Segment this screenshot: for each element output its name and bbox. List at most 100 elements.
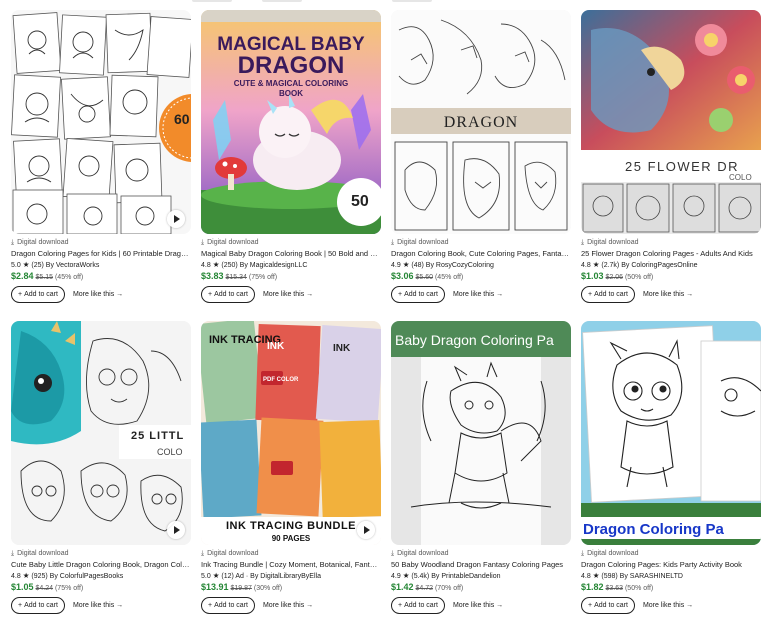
play-video-icon[interactable] xyxy=(167,210,185,228)
product-image[interactable]: Dragon Coloring Pa xyxy=(581,321,761,545)
star-icon: ★ xyxy=(212,260,220,269)
price-row: $13.91 $19.87 (30% off) xyxy=(201,581,381,594)
ink-tracing-bundle-cover: INK TRACING INK INK PDF COLOR INK TRACIN… xyxy=(201,321,381,545)
kids-dragon-coloring-cover: Dragon Coloring Pa xyxy=(581,321,761,545)
play-video-icon[interactable] xyxy=(357,521,375,539)
add-to-cart-button[interactable]: + Add to cart xyxy=(11,286,65,303)
cart-plus-icon: + xyxy=(588,602,593,609)
product-image[interactable]: 25 LITTL COLO xyxy=(11,321,191,545)
more-like-this-link[interactable]: More like this → xyxy=(263,602,313,609)
product-rating: 4.8 ★ (598) By SARASHINELTD xyxy=(581,571,683,580)
cover-subtitle-1: CUTE & MAGICAL COLORING xyxy=(234,79,349,88)
product-title[interactable]: Magical Baby Dragon Coloring Book | 50 B… xyxy=(201,248,381,259)
sale-price: $3.83 xyxy=(201,271,224,281)
digital-download-badge: ⤓ Digital download xyxy=(11,550,69,557)
sale-price: $13.91 xyxy=(201,582,229,592)
sale-price: $1.03 xyxy=(581,271,604,281)
add-to-cart-button[interactable]: + Add to cart xyxy=(201,597,255,614)
cart-plus-icon: + xyxy=(208,291,213,298)
original-price: $4.72 xyxy=(415,585,434,592)
product-image[interactable]: 25 FLOWER DR COLO xyxy=(581,10,761,234)
product-title[interactable]: 50 Baby Woodland Dragon Fantasy Coloring… xyxy=(391,559,571,570)
product-card[interactable]: Baby Dragon Coloring Pa ⤓ Digital downloa… xyxy=(391,321,571,614)
arrow-right-icon: → xyxy=(496,291,504,298)
more-like-this-link[interactable]: More like this → xyxy=(453,291,503,298)
product-card[interactable]: 60 PAGES ⤓Digital download Dragon Colori… xyxy=(11,10,191,303)
cute-baby-dragon-cover: 25 LITTL COLO xyxy=(11,321,191,545)
discount-label: (75% off) xyxy=(248,274,278,281)
more-like-this-link[interactable]: More like this → xyxy=(263,291,313,298)
previous-row-sliver xyxy=(392,0,432,2)
cover-text-2: COLO xyxy=(729,173,752,182)
price-row: $1.82 $3.63 (50% off) xyxy=(581,581,761,594)
product-title[interactable]: 25 Flower Dragon Coloring Pages - Adults… xyxy=(581,248,761,259)
price-row: $1.03 $2.06 (50% off) xyxy=(581,270,761,283)
product-card[interactable]: Dragon Coloring Pa ⤓ Digital download Dra… xyxy=(581,321,761,614)
cover-text: 60 PAGES xyxy=(174,111,191,127)
add-to-cart-button[interactable]: + Add to cart xyxy=(201,286,255,303)
download-icon: ⤓ xyxy=(201,239,205,246)
cover-title-2: DRAGON xyxy=(238,52,345,79)
cover-badge: 50 xyxy=(351,193,369,210)
cover-subtitle-2: BOOK xyxy=(279,89,303,98)
download-icon: ⤓ xyxy=(11,239,15,246)
flower-dragon-cover: 25 FLOWER DR COLO xyxy=(581,10,761,234)
download-icon: ⤓ xyxy=(581,550,585,557)
more-like-this-link[interactable]: More like this → xyxy=(73,291,123,298)
download-icon: ⤓ xyxy=(581,239,585,246)
add-to-cart-button[interactable]: + Add to cart xyxy=(581,597,635,614)
product-card[interactable]: 25 LITTL COLO ⤓ Digital download Cute Bab… xyxy=(11,321,191,614)
product-image[interactable]: DRAGON xyxy=(391,10,571,234)
original-price: $19.87 xyxy=(230,585,252,592)
original-price: $5.60 xyxy=(415,274,434,281)
product-title[interactable]: Dragon Coloring Pages for Kids | 60 Prin… xyxy=(11,248,191,259)
star-icon: ★ xyxy=(212,571,220,580)
original-price: $3.63 xyxy=(605,585,624,592)
discount-label: (45% off) xyxy=(54,274,84,281)
play-video-icon[interactable] xyxy=(167,521,185,539)
more-like-this-link[interactable]: More like this → xyxy=(73,602,123,609)
product-title[interactable]: Ink Tracing Bundle | Cozy Moment, Botani… xyxy=(201,559,381,570)
more-like-this-link[interactable]: More like this → xyxy=(643,291,693,298)
more-like-this-link[interactable]: More like this → xyxy=(453,602,503,609)
cover-banner: DRAGON xyxy=(444,114,518,131)
sale-price: $1.42 xyxy=(391,582,414,592)
product-card[interactable]: 25 FLOWER DR COLO ⤓ Digital download 25 F… xyxy=(581,10,761,303)
product-image[interactable]: Baby Dragon Coloring Pa xyxy=(391,321,571,545)
download-icon: ⤓ xyxy=(391,550,395,557)
cover-banner: Dragon Coloring Pa xyxy=(583,521,724,538)
add-to-cart-button[interactable]: + Add to cart xyxy=(581,286,635,303)
add-to-cart-button[interactable]: + Add to cart xyxy=(391,597,445,614)
arrow-right-icon: → xyxy=(116,291,124,298)
original-price: $5.15 xyxy=(35,274,54,281)
add-to-cart-button[interactable]: + Add to cart xyxy=(391,286,445,303)
original-price: $15.34 xyxy=(225,274,247,281)
product-card[interactable]: INK TRACING INK INK PDF COLOR INK TRACIN… xyxy=(201,321,381,614)
woodland-dragon-cover: Baby Dragon Coloring Pa xyxy=(391,321,571,545)
download-icon: ⤓ xyxy=(391,239,395,246)
discount-label: (30% off) xyxy=(253,585,283,592)
product-image[interactable]: 60 PAGES xyxy=(11,10,191,234)
product-image[interactable]: MAGICAL BABY DRAGON CUTE & MAGICAL COLOR… xyxy=(201,10,381,234)
cover-banner-2: 90 PAGES xyxy=(272,534,311,543)
arrow-right-icon: → xyxy=(496,602,504,609)
star-icon: ★ xyxy=(402,260,410,269)
product-card[interactable]: MAGICAL BABY DRAGON CUTE & MAGICAL COLOR… xyxy=(201,10,381,303)
product-image[interactable]: INK TRACING INK INK PDF COLOR INK TRACIN… xyxy=(201,321,381,545)
cart-plus-icon: + xyxy=(588,291,593,298)
original-price: $4.24 xyxy=(35,585,54,592)
magical-baby-dragon-cover: MAGICAL BABY DRAGON CUTE & MAGICAL COLOR… xyxy=(201,10,381,234)
cover-text-1: 25 LITTL xyxy=(131,430,184,442)
discount-label: (70% off) xyxy=(434,585,464,592)
price-row: $1.05 $4.24 (75% off) xyxy=(11,581,191,594)
digital-download-badge: ⤓ Digital download xyxy=(581,239,639,246)
product-rating: 5.0 ★ (25) By VectoraWorks xyxy=(11,260,100,269)
add-to-cart-button[interactable]: + Add to cart xyxy=(11,597,65,614)
product-title[interactable]: Cute Baby Little Dragon Coloring Book, D… xyxy=(11,559,191,570)
star-icon: ★ xyxy=(22,260,30,269)
product-title[interactable]: Dragon Coloring Book, Cute Coloring Page… xyxy=(391,248,571,259)
product-card[interactable]: DRAGON ⤓ Digital download Dragon Coloring… xyxy=(391,10,571,303)
more-like-this-link[interactable]: More like this → xyxy=(643,602,693,609)
product-title[interactable]: Dragon Coloring Pages: Kids Party Activi… xyxy=(581,559,761,570)
download-icon: ⤓ xyxy=(11,550,15,557)
